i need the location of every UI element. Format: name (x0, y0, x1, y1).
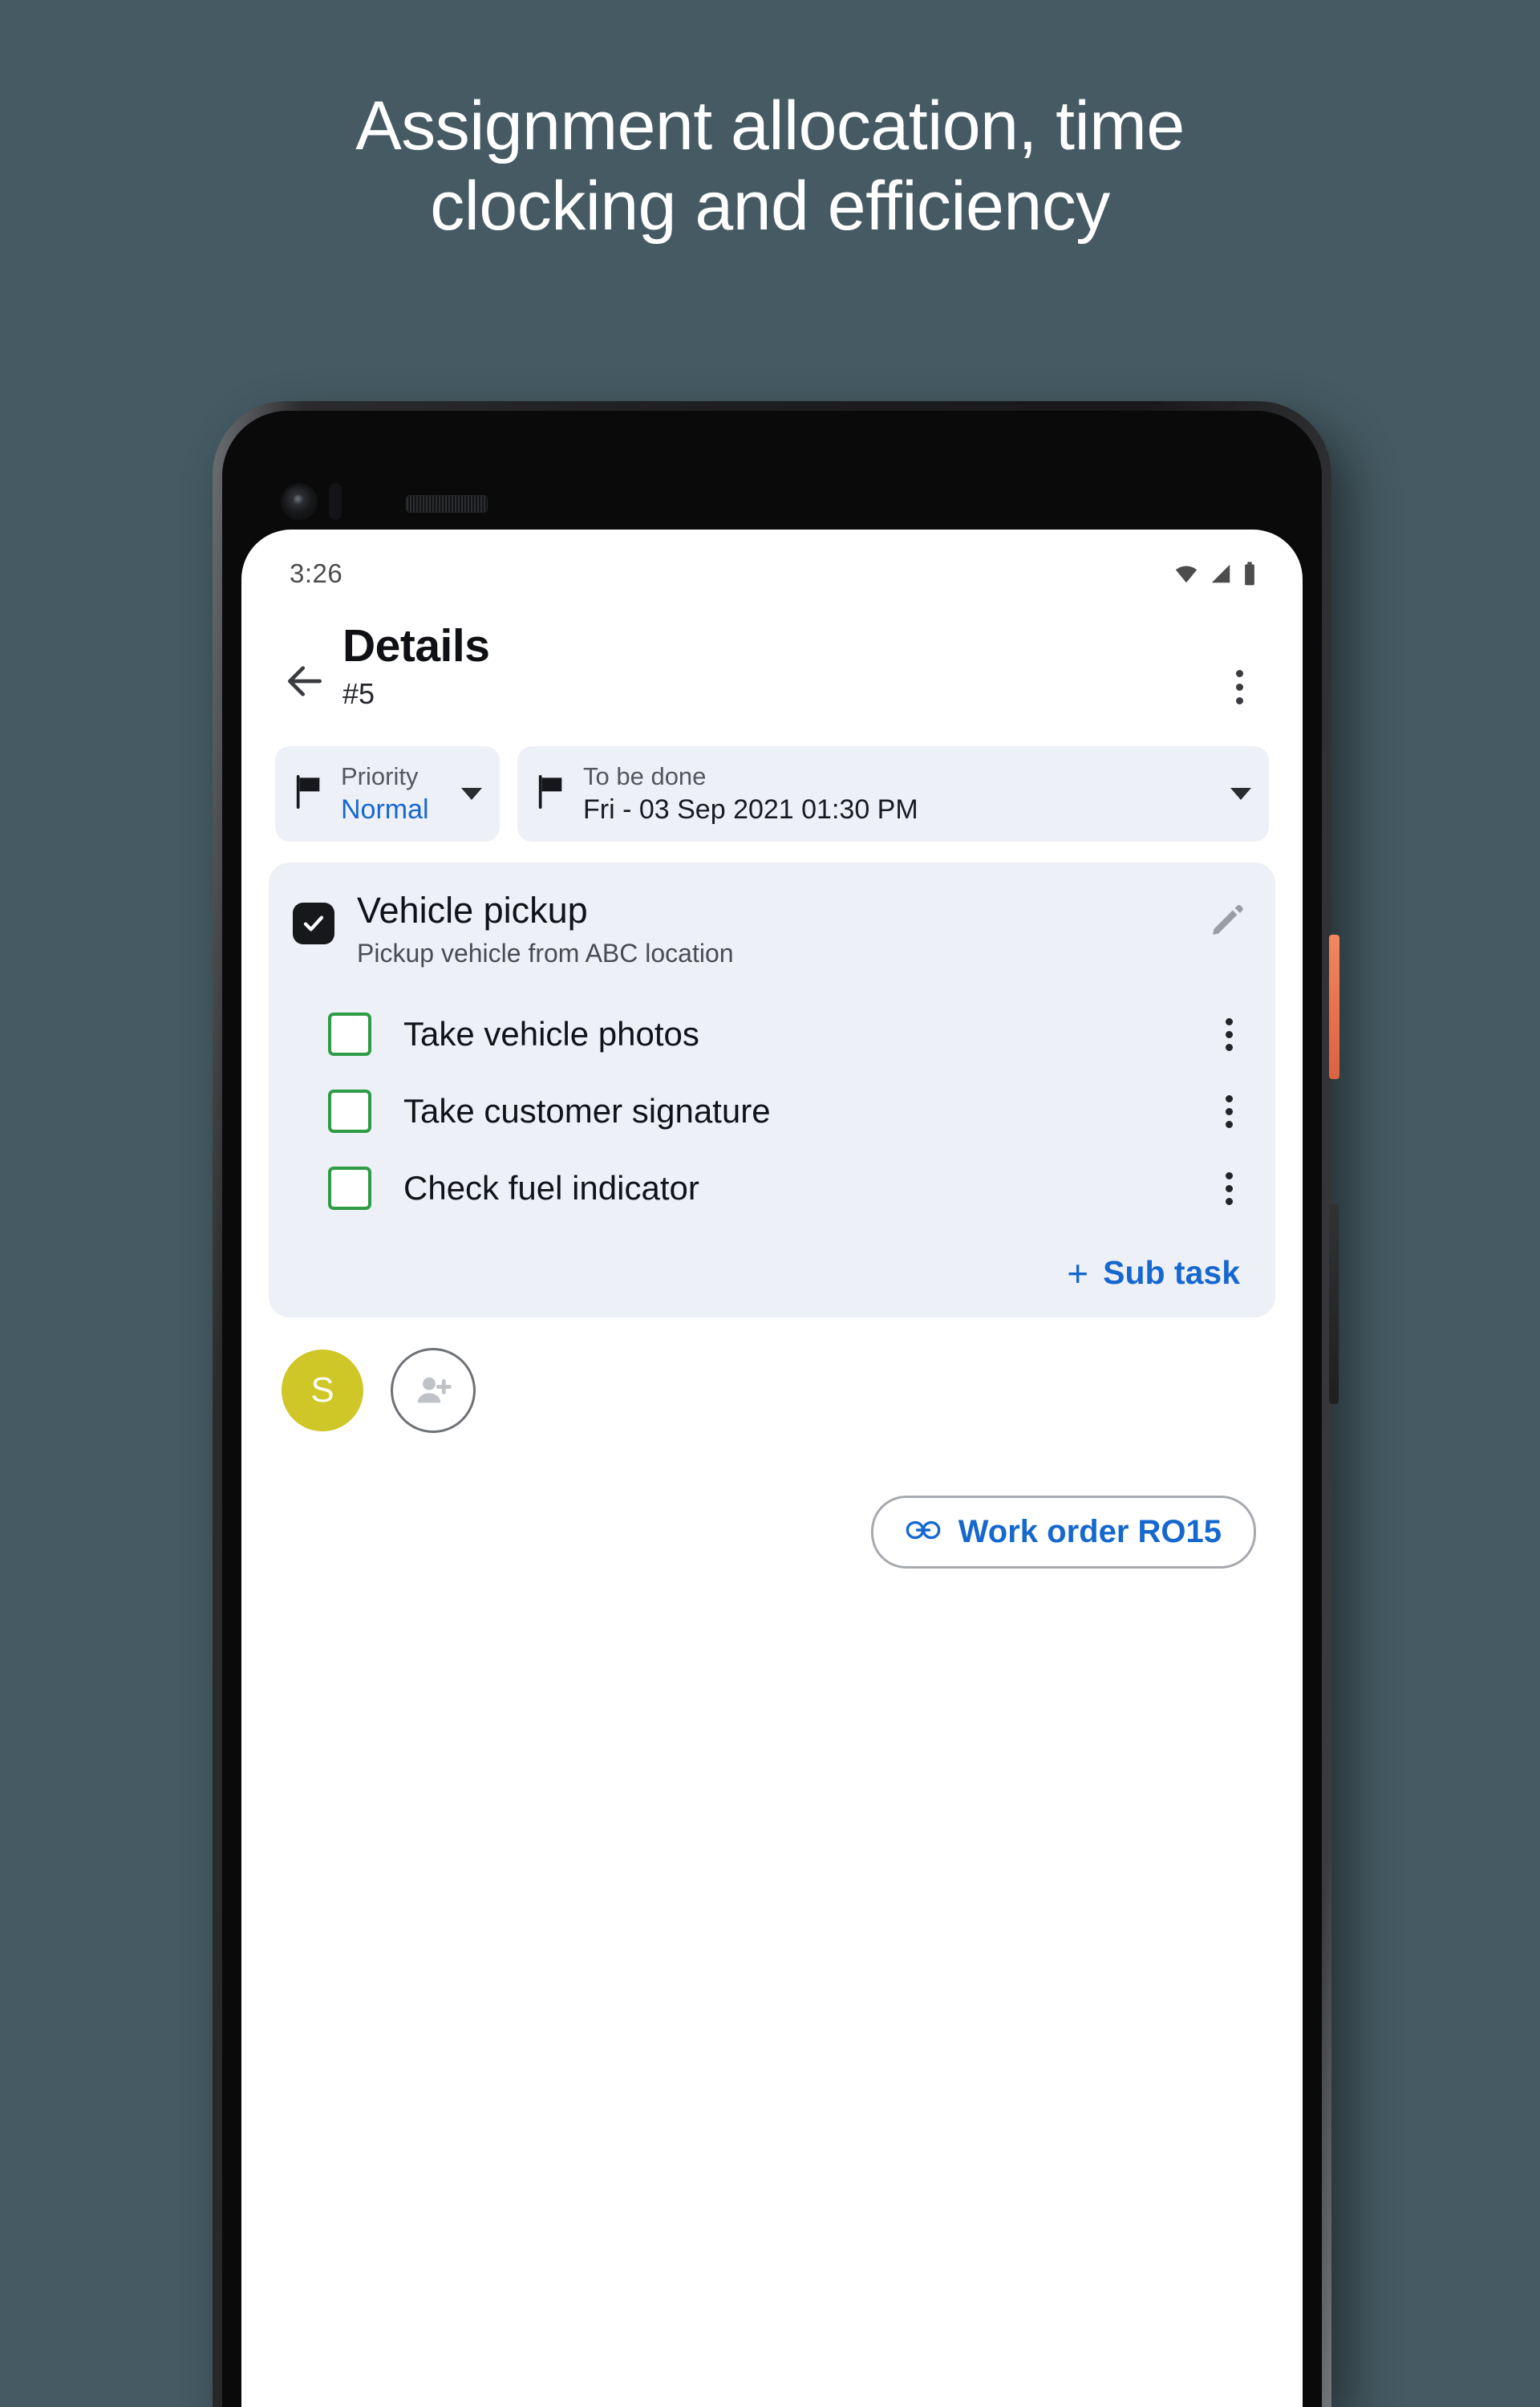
app-bar-titles: Details #5 (336, 620, 1211, 711)
chevron-down-icon[interactable] (1230, 788, 1251, 801)
battery-icon (1245, 562, 1254, 586)
due-date-value: Fri - 03 Sep 2021 01:30 PM (583, 794, 918, 825)
task-title: Vehicle pickup (357, 890, 588, 932)
app-bar: Details #5 (241, 600, 1303, 722)
task-description: Pickup vehicle from ABC location (357, 939, 734, 968)
more-vertical-icon (1225, 1171, 1233, 1179)
task-card-header: Vehicle pickup Pickup vehicle from ABC l… (293, 890, 1251, 968)
subtask-label: Take vehicle photos (403, 1015, 699, 1053)
due-date-chip[interactable]: To be done Fri - 03 Sep 2021 01:30 PM (517, 746, 1269, 842)
list-item[interactable]: Take customer signature (293, 1073, 1251, 1150)
headline-line-2: clocking and efficiency (430, 167, 1110, 245)
priority-chip[interactable]: Priority Normal (275, 746, 500, 842)
task-card-text: Vehicle pickup Pickup vehicle from ABC l… (334, 890, 1203, 968)
work-order-label: Work order RO15 (958, 1514, 1222, 1550)
earpiece-speaker-icon (406, 495, 488, 513)
front-camera-icon (283, 485, 315, 518)
work-order-row: Work order RO15 (241, 1433, 1303, 1569)
priority-value: Normal (341, 794, 429, 825)
add-subtask-button[interactable]: + Sub task (293, 1227, 1251, 1297)
more-vertical-icon (1225, 1017, 1233, 1025)
meta-chips-row: Priority Normal To be done Fri - 03 Sep … (241, 722, 1303, 842)
headline-line-1: Assignment allocation, time (355, 87, 1185, 164)
list-item[interactable]: Take vehicle photos (293, 996, 1251, 1073)
task-checkbox-checked[interactable] (293, 903, 334, 945)
priority-label: Priority (341, 762, 419, 790)
chevron-down-icon[interactable] (461, 788, 482, 801)
status-bar: 3:26 (241, 530, 1303, 600)
person-add-icon (417, 1377, 452, 1403)
status-bar-icons (1173, 561, 1258, 587)
page-title: Details (342, 620, 490, 672)
overflow-menu-button[interactable] (1211, 651, 1267, 722)
volume-rocker-button[interactable] (1329, 1204, 1339, 1404)
back-button[interactable] (274, 650, 336, 712)
due-date-chip-body: To be done Fri - 03 Sep 2021 01:30 PM (583, 762, 1214, 826)
phone-device-mockup: 3:26 Details #5 Priority Normal To be do… (213, 401, 1339, 2407)
subtask-menu-button[interactable] (1206, 1094, 1251, 1128)
signal-icon (1211, 564, 1230, 583)
power-button[interactable] (1329, 935, 1339, 1079)
check-icon (303, 915, 324, 932)
edit-task-button[interactable] (1203, 896, 1251, 944)
flag-icon (293, 773, 325, 814)
subtask-label: Take customer signature (403, 1092, 771, 1130)
plus-icon: + (1067, 1252, 1089, 1294)
subtask-list: Take vehicle photos Take customer signat… (293, 996, 1251, 1227)
subtask-label: Check fuel indicator (403, 1169, 699, 1208)
avatar[interactable]: S (282, 1350, 363, 1432)
due-date-label: To be done (583, 762, 707, 790)
phone-screen: 3:26 Details #5 Priority Normal To be do… (241, 530, 1303, 2407)
list-item[interactable]: Check fuel indicator (293, 1150, 1251, 1227)
add-assignee-button[interactable] (391, 1348, 476, 1434)
work-order-link-button[interactable]: Work order RO15 (870, 1496, 1256, 1569)
more-vertical-icon (1235, 669, 1243, 677)
arrow-left-icon (288, 666, 322, 696)
page-subtitle: #5 (342, 676, 375, 710)
add-subtask-label: Sub task (1103, 1254, 1240, 1292)
phone-bezel: 3:26 Details #5 Priority Normal To be do… (222, 411, 1322, 2407)
pencil-icon (1213, 905, 1243, 936)
task-card: Vehicle pickup Pickup vehicle from ABC l… (269, 863, 1275, 1318)
link-icon (906, 1518, 941, 1546)
wifi-icon (1175, 566, 1198, 583)
status-bar-time: 3:26 (290, 558, 343, 588)
promo-headline: Assignment allocation, time clocking and… (0, 87, 1540, 246)
flag-icon (535, 773, 567, 814)
subtask-checkbox[interactable] (328, 1090, 371, 1134)
subtask-menu-button[interactable] (1206, 1017, 1251, 1051)
more-vertical-icon (1225, 1094, 1233, 1102)
assignee-row: S (241, 1317, 1303, 1434)
priority-chip-body: Priority Normal (341, 762, 445, 826)
subtask-checkbox[interactable] (328, 1167, 371, 1211)
subtask-checkbox[interactable] (328, 1013, 371, 1057)
proximity-sensor-icon (329, 483, 342, 520)
subtask-menu-button[interactable] (1206, 1171, 1251, 1205)
